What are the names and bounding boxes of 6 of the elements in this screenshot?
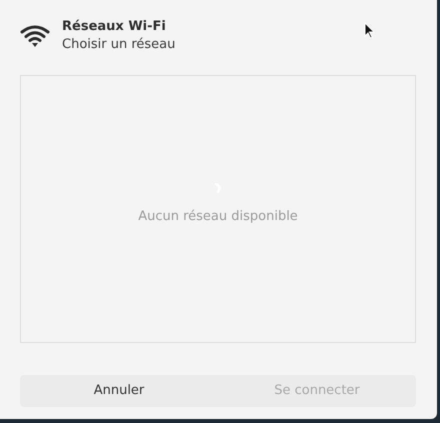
cancel-button[interactable]: Annuler	[20, 375, 218, 407]
wifi-icon	[20, 24, 50, 48]
empty-message: Aucun réseau disponible	[138, 208, 298, 226]
dialog-title: Réseaux Wi-Fi	[62, 18, 167, 36]
dialog-subtitle: Choisir un réseau	[62, 36, 176, 54]
mouse-pointer-icon	[364, 22, 375, 39]
